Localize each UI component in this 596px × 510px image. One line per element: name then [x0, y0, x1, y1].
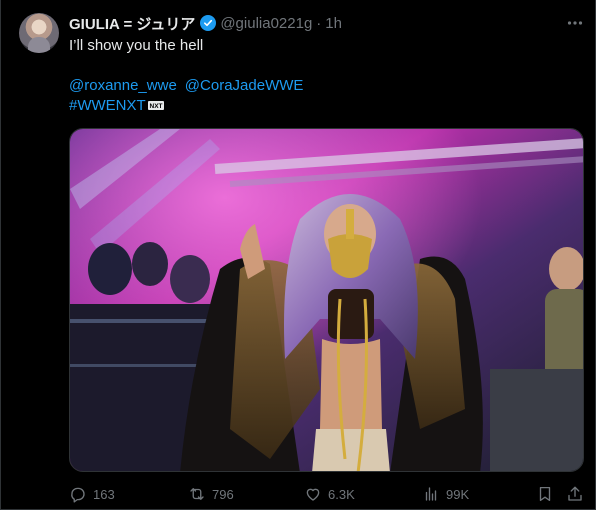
avatar[interactable]: [19, 13, 59, 53]
repost-button[interactable]: 796: [188, 484, 234, 504]
post-text: I’ll show you the hell: [69, 37, 204, 54]
author-name[interactable]: GIULIA = ジュリア: [69, 13, 195, 34]
reply-icon: [71, 487, 85, 503]
views-count: 99K: [446, 486, 470, 502]
hashtag-wwenxt[interactable]: #WWENXT: [69, 97, 146, 114]
more-horizontal-icon[interactable]: [564, 13, 586, 33]
bookmark-button[interactable]: [536, 484, 554, 504]
post-card[interactable]: GIULIA = ジュリア @giulia0221g · 1h I’ll sho…: [0, 0, 596, 510]
mention-corajade[interactable]: @CoraJadeWWE: [185, 77, 304, 94]
nxt-hashtag-badge-icon: NXT: [147, 100, 164, 110]
post-header: GIULIA = ジュリア @giulia0221g · 1h: [69, 13, 342, 33]
reply-count: 163: [93, 486, 115, 502]
heart-icon: [306, 488, 320, 501]
author-handle[interactable]: @giulia0221g: [220, 15, 312, 32]
like-count: 6.3K: [328, 486, 355, 502]
like-button[interactable]: 6.3K: [304, 484, 355, 504]
mentions-line: @roxanne_wwe @CoraJadeWWE: [69, 76, 303, 96]
reply-button[interactable]: 163: [69, 484, 115, 504]
mention-roxanne[interactable]: @roxanne_wwe: [69, 77, 177, 94]
repost-count: 796: [212, 486, 234, 502]
views-chart-icon: [425, 487, 437, 501]
repost-icon: [190, 488, 204, 500]
hashtag-line: #WWENXT NXT: [69, 96, 164, 116]
action-bar: 163 796 6.3K 99K: [69, 484, 589, 504]
post-timestamp[interactable]: 1h: [325, 15, 342, 32]
nxt-badge-label: NXT: [149, 103, 162, 110]
post-media-image[interactable]: [69, 128, 584, 472]
share-button[interactable]: [566, 484, 584, 504]
bookmark-icon: [539, 486, 551, 502]
verified-badge-icon: [200, 15, 217, 31]
share-icon: [568, 486, 582, 501]
views-button[interactable]: 99K: [422, 484, 469, 504]
separator-dot: ·: [316, 14, 322, 32]
